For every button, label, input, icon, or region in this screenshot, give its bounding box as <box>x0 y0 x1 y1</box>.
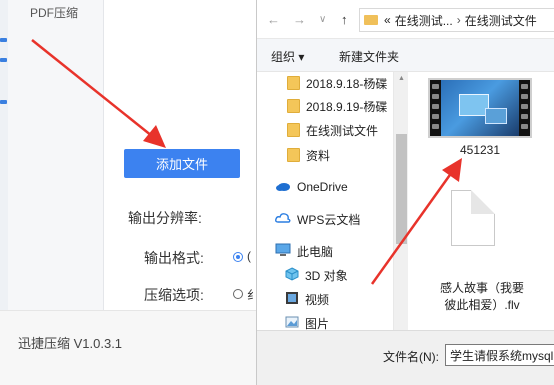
film-strip <box>430 80 441 136</box>
cloud-icon <box>275 180 291 195</box>
nav-item-materials[interactable]: 资料 <box>257 144 393 166</box>
nav-item-folder-0919[interactable]: 2018.9.19-杨碟 <box>257 95 393 117</box>
folder-icon <box>287 148 300 162</box>
nav-item-folder-0918[interactable]: 2018.9.18-杨碟 <box>257 72 393 94</box>
left-edge-strip <box>0 0 8 310</box>
edge-marker <box>0 38 7 42</box>
compress-radio[interactable] <box>233 289 243 299</box>
chevron-right-icon: › <box>456 13 461 27</box>
compression-app-window: PDF压缩 添加文件 输出分辨率: 输出格式: ( 压缩选项: 纟 迅捷压缩 V… <box>0 0 259 385</box>
filename-input[interactable]: 学生请假系统mysql <box>445 344 554 366</box>
dialog-bottom-bar: 文件名(N): 学生请假系统mysql <box>257 330 554 385</box>
file-name-video[interactable]: 451231 <box>428 143 532 157</box>
breadcrumb-overflow[interactable]: « <box>384 13 391 27</box>
nav-pane-scrollbar[interactable]: ▲ <box>393 72 408 330</box>
folder-icon <box>287 99 300 113</box>
scroll-thumb[interactable] <box>396 134 407 244</box>
breadcrumb-parent[interactable]: 在线测试... <box>395 12 453 29</box>
version-label: 迅捷压缩 V1.0.3.1 <box>18 336 123 351</box>
back-arrow-icon[interactable]: ← <box>267 12 280 27</box>
film-strip <box>519 80 530 136</box>
nav-item-pictures[interactable]: 图片 <box>257 312 393 330</box>
nav-item-this-pc[interactable]: 此电脑 <box>257 240 393 262</box>
breadcrumb-current[interactable]: 在线测试文件 <box>465 12 537 29</box>
up-arrow-icon[interactable]: ↑ <box>341 12 348 27</box>
cube-icon <box>285 266 299 284</box>
picture-icon <box>285 316 299 331</box>
nav-item-onedrive[interactable]: OneDrive <box>257 176 393 198</box>
video-icon <box>285 291 299 308</box>
filename-label: 文件名(N): <box>383 350 439 364</box>
video-frame <box>441 80 519 136</box>
address-bar-area: ← → ∨ ↑ « 在线测试... › 在线测试文件 <box>257 0 554 38</box>
sidebar-item-pdf-compress[interactable]: PDF压缩 <box>30 4 78 21</box>
navigation-pane: 2018.9.18-杨碟 2018.9.19-杨碟 在线测试文件 资料 OneD… <box>257 72 393 330</box>
new-folder-button[interactable]: 新建文件夹 <box>339 48 399 65</box>
format-option-label: ( <box>247 249 251 263</box>
folder-icon <box>364 15 378 25</box>
edge-marker <box>0 58 7 62</box>
edge-marker <box>0 100 7 104</box>
format-label: 输出格式: <box>144 250 204 266</box>
app-footer: 迅捷压缩 V1.0.3.1 <box>0 310 256 385</box>
recent-dropdown-icon[interactable]: ∨ <box>319 14 326 25</box>
app-sidebar: PDF压缩 <box>0 0 104 310</box>
scroll-up-icon[interactable]: ▲ <box>398 75 405 82</box>
folder-icon <box>287 123 300 137</box>
wps-cloud-icon <box>275 212 291 227</box>
computer-icon <box>275 243 291 260</box>
breadcrumb[interactable]: « 在线测试... › 在线测试文件 <box>359 8 554 32</box>
open-file-dialog: ← → ∨ ↑ « 在线测试... › 在线测试文件 组织 ▾ 新建文件夹 20… <box>256 0 554 385</box>
video-thumbnail[interactable] <box>428 78 532 138</box>
compress-label: 压缩选项: <box>144 287 204 303</box>
file-icon[interactable] <box>451 190 495 246</box>
nav-item-3d-objects[interactable]: 3D 对象 <box>257 264 393 286</box>
resolution-label: 输出分辨率: <box>128 210 202 226</box>
nav-item-wps-cloud[interactable]: WPS云文档 <box>257 208 393 230</box>
format-radio[interactable] <box>233 252 243 262</box>
app-content: 添加文件 输出分辨率: 输出格式: ( 压缩选项: 纟 <box>104 0 259 310</box>
dialog-toolbar: 组织 ▾ 新建文件夹 <box>257 38 554 72</box>
organize-menu[interactable]: 组织 ▾ <box>271 48 304 65</box>
file-name-flv[interactable]: 感人故事（我要 彼此相爱）.flv <box>412 280 552 314</box>
add-file-button[interactable]: 添加文件 <box>124 149 240 178</box>
file-list: 451231 感人故事（我要 彼此相爱）.flv <box>408 72 554 330</box>
nav-item-videos[interactable]: 视频 <box>257 288 393 310</box>
nav-item-online-test-files[interactable]: 在线测试文件 <box>257 119 393 141</box>
forward-arrow-icon[interactable]: → <box>293 12 306 27</box>
folder-icon <box>287 76 300 90</box>
